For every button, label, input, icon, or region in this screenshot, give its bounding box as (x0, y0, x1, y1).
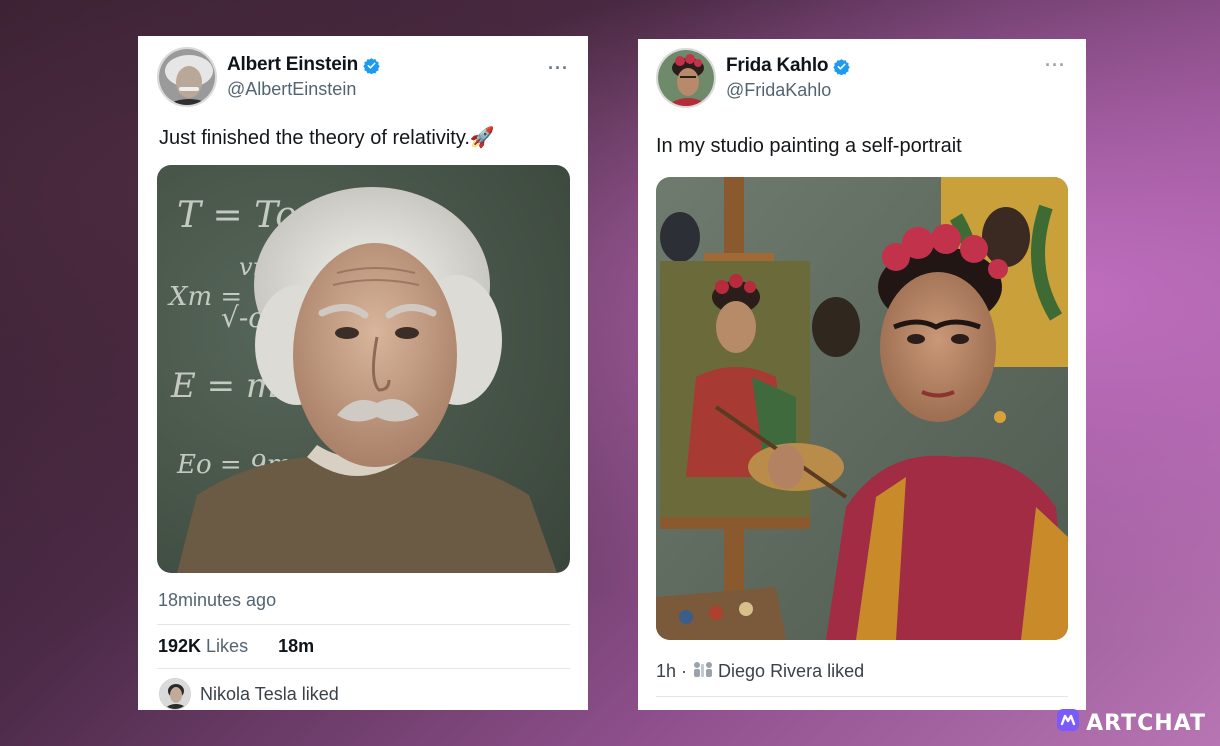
tweet-text: In my studio painting a self-portrait (656, 135, 962, 157)
post-time[interactable]: 1h (656, 661, 676, 682)
tweet-media-frida-painting[interactable] (656, 177, 1068, 640)
artchat-brand: ARTCHAT (1056, 708, 1206, 738)
handle[interactable]: @AlbertEinstein (227, 79, 380, 100)
handle[interactable]: @FridaKahlo (726, 80, 850, 101)
artchat-logo-icon (1056, 708, 1080, 738)
liked-by-text: Diego Rivera liked (718, 661, 865, 681)
more-options-icon[interactable]: ··· (548, 58, 569, 79)
tweet-header: Albert Einstein @AlbertEinstein (157, 47, 380, 107)
separator-dot: · (681, 661, 688, 681)
liked-by-row[interactable]: 1h · Diego Rivera liked (656, 660, 864, 683)
display-name[interactable]: Frida Kahlo (726, 55, 829, 77)
rocket-emoji: 🚀 (469, 127, 495, 149)
divider (157, 668, 570, 669)
avatar[interactable] (656, 48, 716, 108)
tweet-header: Frida Kahlo @FridaKahlo (656, 48, 851, 108)
liker-avatar[interactable] (159, 678, 191, 710)
divider (157, 624, 570, 625)
brand-name: ARTCHAT (1086, 710, 1206, 736)
tweet-timestamp[interactable]: 18minutes ago (158, 590, 276, 611)
divider (656, 696, 1068, 697)
more-options-icon[interactable]: ··· (1045, 55, 1066, 76)
verified-badge-icon (363, 57, 380, 74)
tweet-text: Just finished the theory of relativity.🚀 (159, 127, 495, 149)
time-stat: 18m (278, 636, 315, 656)
likes-stat[interactable]: 192K Likes (158, 636, 248, 657)
avatar[interactable] (157, 47, 217, 107)
verified-badge-icon (833, 58, 851, 75)
liked-by-text: Nikola Tesla liked (200, 683, 339, 704)
tweet-card-einstein[interactable]: Albert Einstein @AlbertEinstein ··· Just… (138, 36, 588, 710)
tweet-card-frida[interactable]: Frida Kahlo @FridaKahlo ··· In my studio… (638, 39, 1086, 710)
liked-by-row[interactable]: Nikola Tesla liked (159, 678, 339, 710)
people-icon (692, 660, 714, 683)
display-name[interactable]: Albert Einstein (227, 54, 358, 76)
tweet-stats: 192K Likes 18m (158, 636, 314, 657)
tweet-media-einstein-portrait[interactable]: T = To vm Xm = √-c² E = mc² Eo = 9m... (157, 165, 570, 573)
